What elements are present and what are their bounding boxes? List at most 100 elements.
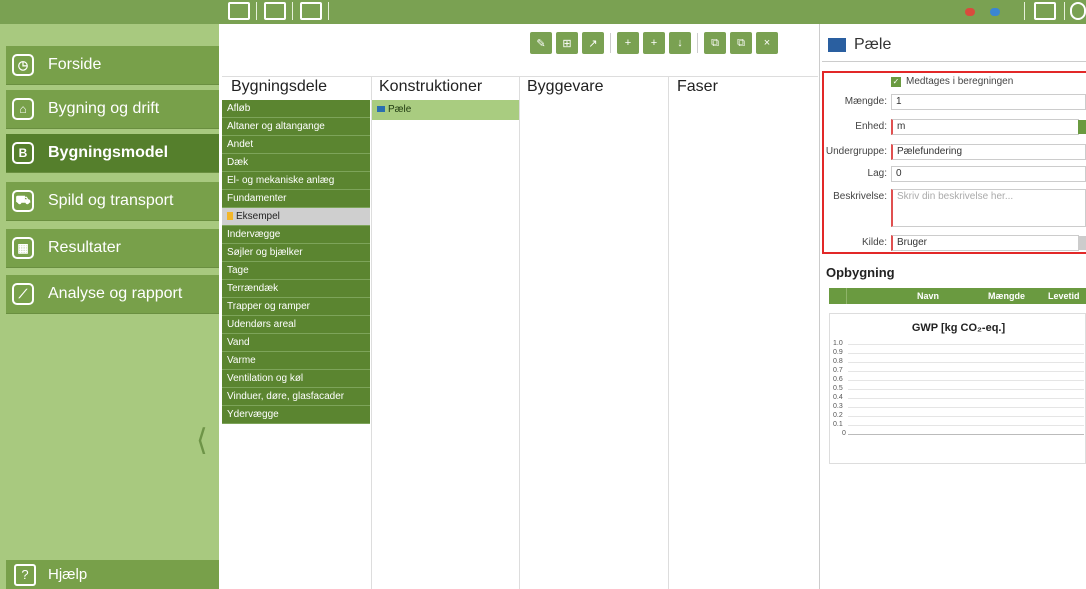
toolbar-separator [256,2,257,20]
model-toolbar: ✎ ⊞ ↗ + + ↓ ⧉ ⧉ × [530,30,782,56]
building-model-icon: B [12,142,34,164]
table-icon: ▦ [12,237,34,259]
gridline [848,362,1084,363]
list-item[interactable]: Indervægge [222,226,370,244]
brick-icon [828,38,846,52]
gridline [848,371,1084,372]
table-select-column [829,288,847,304]
nav-bygningsmodel[interactable]: B Bygningsmodel [6,134,219,172]
header-levetid: Levetid [1048,291,1080,301]
panel-title-divider [822,61,1086,62]
nav-analyse-og-rapport[interactable]: ⟋ Analyse og rapport [6,275,219,313]
help-button[interactable]: ? Hjælp [6,560,219,589]
list-item[interactable]: Trapper og ramper [222,298,370,316]
y-tick: 0.6 [833,376,843,383]
y-tick: 0.4 [833,394,843,401]
list-item[interactable]: Udendørs areal [222,316,370,334]
gridline [848,380,1084,381]
add-child-icon[interactable]: + [643,32,665,54]
nav-label: Forside [48,56,102,73]
new-file-icon[interactable] [228,2,250,20]
gwp-chart: GWP [kg CO₂-eq.] 1.0 0.9 0.8 0.7 0.6 0.5… [829,313,1086,464]
nav-resultater[interactable]: ▦ Resultater [6,229,219,267]
list-item[interactable]: Vinduer, døre, glasfacader [222,388,370,406]
gridline [848,407,1084,408]
column-header-byggevare: Byggevare [527,78,604,95]
list-item[interactable]: Afløb [222,100,370,118]
status-indicator-blue [990,8,1000,16]
sidebar: ◷ Forside ⌂ Bygning og drift B Bygningsm… [0,24,219,589]
bygningsdele-list: Afløb Altaner og altangange Andet Dæk El… [222,100,370,424]
list-item[interactable]: Dæk [222,154,370,172]
list-item[interactable]: Andet [222,136,370,154]
y-tick: 0.7 [833,367,843,374]
settings-icon[interactable] [1070,2,1086,20]
top-bar [0,0,1086,24]
column-header-faser: Faser [677,78,718,95]
collapse-sidebar-icon[interactable]: ⟨ [196,423,208,458]
y-tick: 0.1 [833,421,843,428]
status-indicator-red [965,8,975,16]
toolbar-separator [697,33,698,53]
toolbar-separator [328,2,329,20]
import-icon[interactable]: ↓ [669,32,691,54]
list-item[interactable]: El- og mekaniske anlæg [222,172,370,190]
list-item[interactable]: Søjler og bjælker [222,244,370,262]
gridline [848,416,1084,417]
toolbar-separator [292,2,293,20]
truck-icon: ⛟ [12,190,34,212]
panel-title: Pæle [828,36,891,54]
gridline [848,344,1084,345]
y-tick: 0.2 [833,412,843,419]
y-tick: 1.0 [833,340,843,347]
list-item[interactable]: Fundamenter [222,190,370,208]
nav-label: Spild og transport [48,192,174,209]
konstruktion-item-selected[interactable]: Pæle [372,100,519,120]
info-icon[interactable] [1034,2,1056,20]
list-item[interactable]: Terrændæk [222,280,370,298]
nav-label: Analyse og rapport [48,285,183,302]
chart-icon: ⟋ [12,283,34,305]
y-tick: 0.9 [833,349,843,356]
duplicate-icon[interactable]: ⧉ [730,32,752,54]
list-item[interactable]: Ydervægge [222,406,370,424]
list-item[interactable]: Tage [222,262,370,280]
opbygning-table-header: Navn Mængde Levetid [829,288,1086,304]
delete-icon[interactable]: × [756,32,778,54]
list-item[interactable]: Altaner og altangange [222,118,370,136]
panel-divider [819,24,820,589]
toolbar-separator [1024,2,1025,20]
clock-icon: ◷ [12,54,34,76]
copy-icon[interactable]: ⧉ [704,32,726,54]
tree-icon[interactable]: ⊞ [556,32,578,54]
nav-label: Resultater [48,239,121,256]
nav-bygning-og-drift[interactable]: ⌂ Bygning og drift [6,90,219,128]
nav-forside[interactable]: ◷ Forside [6,46,219,84]
list-item[interactable]: Vand [222,334,370,352]
highlight-frame [822,71,1086,254]
toolbar-separator [610,33,611,53]
nav-label: Bygning og drift [48,100,160,117]
folder-icon [227,212,233,221]
toolbar-separator [1064,2,1065,20]
gridline [848,434,1084,435]
list-item[interactable]: Ventilation og køl [222,370,370,388]
header-navn: Navn [917,291,940,301]
column-divider [371,76,372,589]
external-link-icon[interactable]: ↗ [582,32,604,54]
construction-icon [377,106,385,112]
house-icon: ⌂ [12,98,34,120]
open-file-icon[interactable] [264,2,286,20]
opbygning-title: Opbygning [826,265,895,280]
nav-spild-og-transport[interactable]: ⛟ Spild og transport [6,182,219,220]
add-icon[interactable]: + [617,32,639,54]
save-icon[interactable] [300,2,322,20]
list-item[interactable]: Varme [222,352,370,370]
y-tick: 0.5 [833,385,843,392]
list-item-selected[interactable]: Eksempel [222,208,370,226]
y-tick: 0 [842,430,846,437]
help-icon: ? [14,563,36,586]
gridline [848,398,1084,399]
edit-icon[interactable]: ✎ [530,32,552,54]
gridline [848,425,1084,426]
